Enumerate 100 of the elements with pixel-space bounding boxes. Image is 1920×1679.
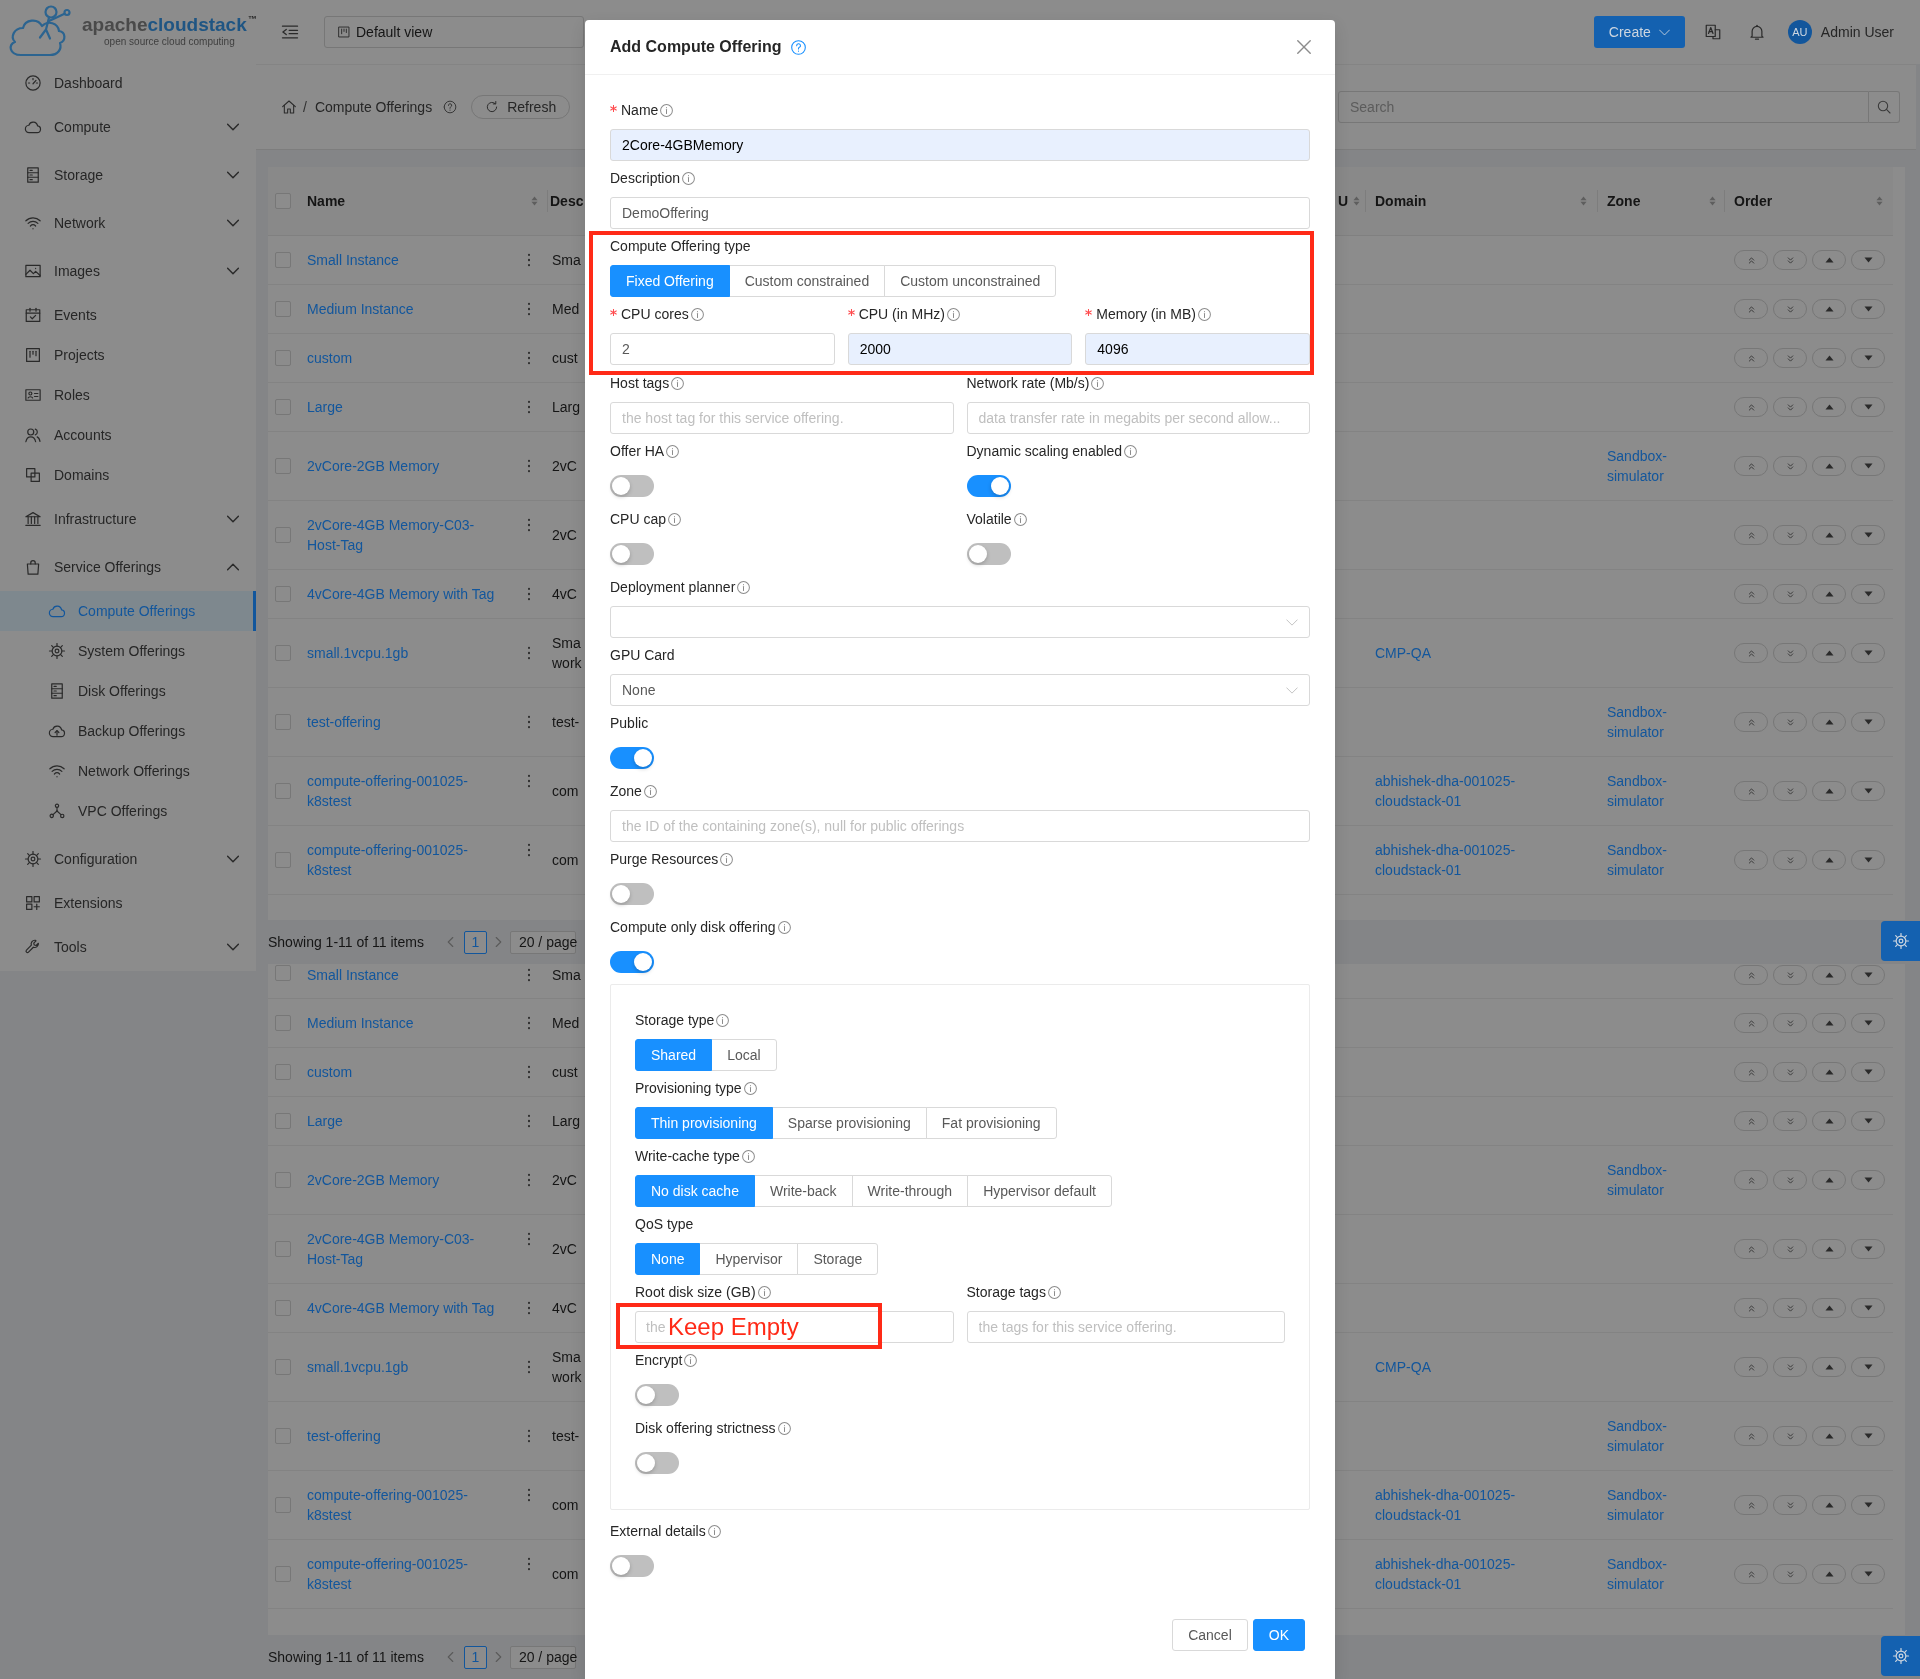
- ok-button[interactable]: OK: [1252, 1619, 1305, 1651]
- move-up-button[interactable]: [1812, 781, 1846, 801]
- move-down-button[interactable]: [1851, 1564, 1885, 1584]
- sort-icon[interactable]: [1353, 196, 1361, 206]
- move-up-button[interactable]: [1812, 1426, 1846, 1446]
- menu-item[interactable]: Service Offerings: [0, 543, 256, 591]
- text-field[interactable]: the host tag for this service offering.: [610, 402, 954, 434]
- segment-option[interactable]: Hypervisor: [699, 1243, 799, 1275]
- more-icon[interactable]: [527, 1360, 531, 1374]
- move-up-button[interactable]: [1812, 456, 1846, 476]
- move-up-button[interactable]: [1812, 250, 1846, 270]
- info-icon[interactable]: [707, 1524, 721, 1538]
- segment-option[interactable]: No disk cache: [635, 1175, 755, 1207]
- segment-option[interactable]: Sparse provisioning: [771, 1107, 927, 1139]
- info-icon[interactable]: [757, 1285, 771, 1299]
- more-icon[interactable]: [527, 843, 531, 857]
- info-icon[interactable]: [947, 307, 960, 321]
- bell-icon[interactable]: [1747, 23, 1766, 41]
- move-down-button[interactable]: [1851, 584, 1885, 604]
- more-icon[interactable]: [527, 302, 531, 316]
- more-icon[interactable]: [527, 1016, 531, 1030]
- segment-option[interactable]: Fat provisioning: [925, 1107, 1057, 1139]
- chevron-right-icon[interactable]: [494, 937, 502, 947]
- move-down-button[interactable]: [1851, 1062, 1885, 1082]
- search-button[interactable]: [1869, 91, 1900, 123]
- toggle-switch[interactable]: [966, 543, 1011, 565]
- refresh-button[interactable]: Refresh: [471, 95, 571, 119]
- move-up-button[interactable]: [1812, 348, 1846, 368]
- move-up-button[interactable]: [1812, 1013, 1846, 1033]
- text-field[interactable]: data transfer rate in megabits per second allow...: [966, 402, 1310, 434]
- toggle-switch[interactable]: [610, 883, 654, 905]
- info-icon[interactable]: [690, 307, 704, 321]
- move-up-button[interactable]: [1812, 1298, 1846, 1318]
- info-icon[interactable]: [1124, 444, 1138, 458]
- segment-option[interactable]: Write-back: [753, 1175, 853, 1207]
- select-field[interactable]: None: [610, 674, 1310, 706]
- menu-item[interactable]: Extensions: [0, 883, 256, 923]
- move-down-button[interactable]: [1851, 1357, 1885, 1377]
- sort-icon[interactable]: [531, 196, 538, 206]
- info-icon[interactable]: [737, 580, 751, 594]
- toggle-switch[interactable]: [610, 543, 654, 565]
- move-up-button[interactable]: [1812, 643, 1846, 663]
- info-icon[interactable]: [682, 171, 696, 185]
- select-field[interactable]: [610, 606, 1310, 638]
- text-field[interactable]: DemoOffering: [610, 197, 1310, 229]
- info-icon[interactable]: [720, 852, 734, 866]
- toggle-switch[interactable]: [610, 951, 654, 973]
- more-icon[interactable]: [527, 1065, 531, 1079]
- menu-item[interactable]: Infrastructure: [0, 495, 256, 543]
- move-up-button[interactable]: [1812, 965, 1846, 985]
- info-icon[interactable]: [1091, 376, 1105, 390]
- text-field[interactable]: 2Core-4GBMemory: [610, 129, 1310, 161]
- close-icon[interactable]: [1297, 40, 1311, 54]
- move-down-button[interactable]: [1851, 965, 1885, 985]
- info-icon[interactable]: [666, 444, 680, 458]
- move-down-button[interactable]: [1851, 250, 1885, 270]
- column-header[interactable]: Zone: [1607, 191, 1641, 211]
- text-field[interactable]: the tags for this service offering.: [966, 1311, 1285, 1343]
- submenu-item[interactable]: System Offerings: [0, 631, 256, 671]
- segment-option[interactable]: Shared: [635, 1039, 713, 1071]
- view-select[interactable]: Default view: [324, 16, 584, 48]
- more-icon[interactable]: [527, 715, 531, 729]
- move-down-button[interactable]: [1851, 1170, 1885, 1190]
- segment-option[interactable]: Write-through: [851, 1175, 969, 1207]
- segment-option[interactable]: Local: [711, 1039, 777, 1071]
- text-field[interactable]: 2000: [847, 333, 1073, 365]
- page-size-select[interactable]: 20 / page: [509, 1645, 576, 1669]
- move-up-button[interactable]: [1812, 1062, 1846, 1082]
- move-up-button[interactable]: [1812, 1170, 1846, 1190]
- submenu-item[interactable]: Disk Offerings: [0, 671, 256, 711]
- segment-option[interactable]: Custom unconstrained: [884, 265, 1057, 297]
- info-icon[interactable]: [777, 1421, 791, 1435]
- move-up-button[interactable]: [1812, 397, 1846, 417]
- more-icon[interactable]: [527, 253, 531, 267]
- menu-item[interactable]: Accounts: [0, 415, 256, 455]
- segment-option[interactable]: Hypervisor default: [967, 1175, 1112, 1207]
- cancel-button[interactable]: Cancel: [1172, 1619, 1248, 1651]
- text-field[interactable]: 2: [610, 333, 835, 365]
- segment-option[interactable]: Fixed Offering: [610, 265, 730, 297]
- text-field[interactable]: 4096: [1085, 333, 1310, 365]
- help-icon[interactable]: [790, 39, 806, 55]
- column-header[interactable]: Desc: [550, 191, 584, 211]
- move-down-button[interactable]: [1851, 1111, 1885, 1131]
- menu-item[interactable]: Dashboard: [0, 63, 256, 103]
- more-icon[interactable]: [527, 1557, 531, 1571]
- move-up-button[interactable]: [1812, 1564, 1846, 1584]
- segment-option[interactable]: Custom constrained: [728, 265, 886, 297]
- text-field[interactable]: the ID of the containing zone(s), null for public offerings: [610, 810, 1310, 842]
- info-icon[interactable]: [671, 376, 685, 390]
- more-icon[interactable]: [527, 646, 531, 660]
- move-down-button[interactable]: [1851, 299, 1885, 319]
- move-down-button[interactable]: [1851, 456, 1885, 476]
- segment-option[interactable]: Thin provisioning: [635, 1107, 773, 1139]
- move-up-button[interactable]: [1812, 1357, 1846, 1377]
- move-down-button[interactable]: [1851, 525, 1885, 545]
- move-down-button[interactable]: [1851, 397, 1885, 417]
- column-header[interactable]: Order: [1734, 191, 1773, 211]
- move-down-button[interactable]: [1851, 781, 1885, 801]
- info-icon[interactable]: [660, 103, 674, 117]
- menu-item[interactable]: Storage: [0, 151, 256, 199]
